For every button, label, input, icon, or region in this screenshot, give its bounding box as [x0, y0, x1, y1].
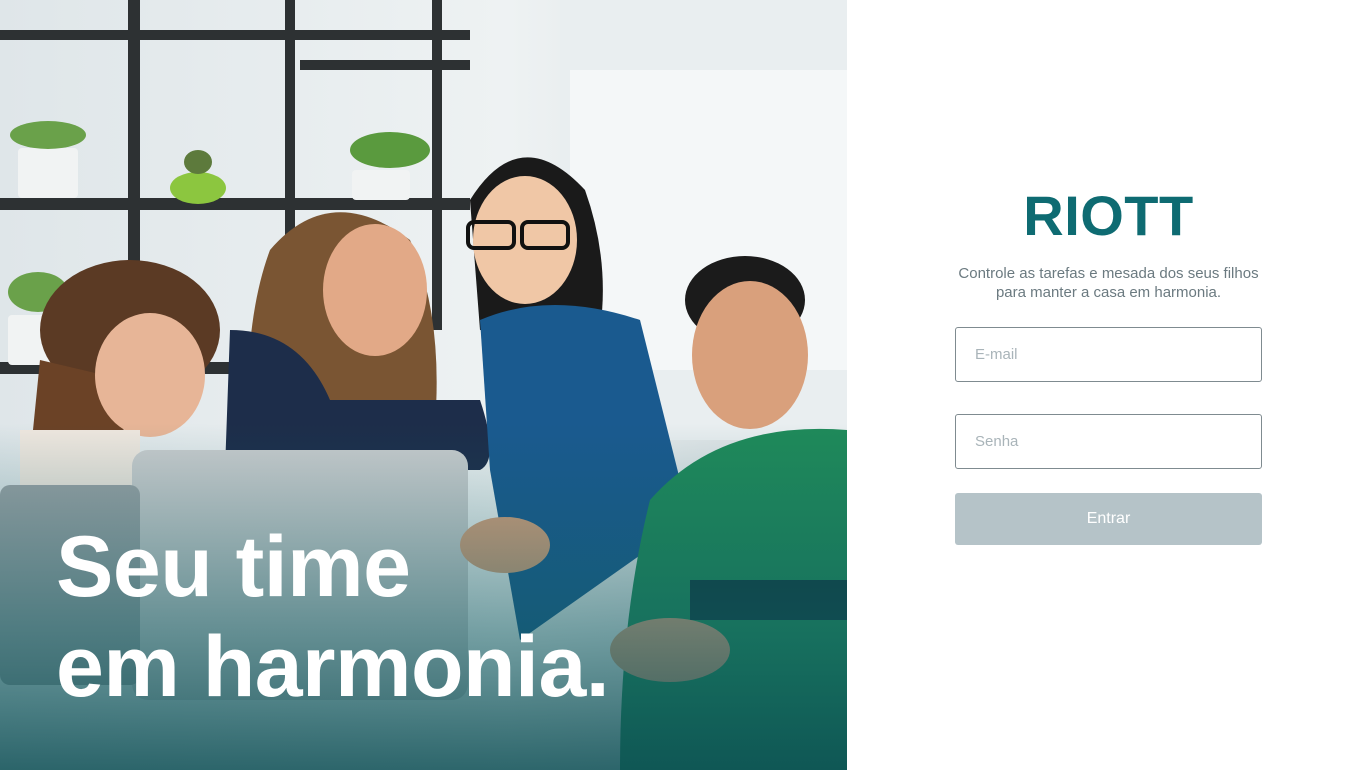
brand-logo: RIOTT — [1023, 184, 1194, 247]
password-field-box — [955, 414, 1262, 469]
hero-headline-line-1: Seu time — [56, 519, 411, 615]
hero-headline: Seu time em harmonia. — [56, 517, 776, 717]
login-panel: RIOTT Controle as tarefas e mesada dos s… — [847, 0, 1368, 770]
email-input[interactable] — [956, 328, 1261, 381]
login-button[interactable]: Entrar — [955, 493, 1262, 545]
hero-panel: Seu time em harmonia. — [0, 0, 847, 770]
email-field-box — [955, 327, 1262, 382]
password-input[interactable] — [956, 415, 1261, 468]
hero-headline-line-2: em harmonia. — [56, 619, 610, 715]
tagline: Controle as tarefas e mesada dos seus fi… — [958, 265, 1259, 301]
